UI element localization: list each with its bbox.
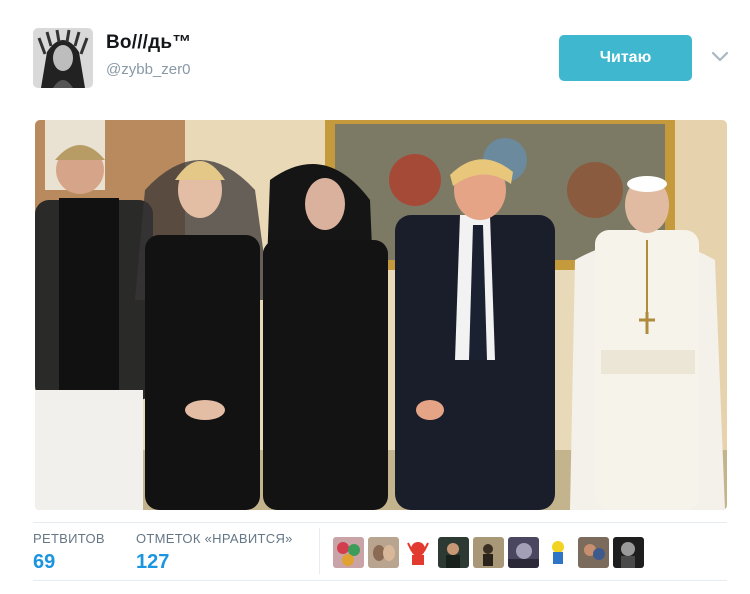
tweet-photo[interactable] (35, 120, 727, 510)
stats-separator (319, 528, 320, 574)
retweets-label[interactable]: РЕТВИТОВ (33, 531, 105, 546)
retweets-count[interactable]: 69 (33, 551, 55, 574)
user-handle[interactable]: @zybb_zer0 (106, 61, 190, 78)
liker-avatar[interactable] (368, 537, 399, 568)
likers-avatars (333, 537, 644, 568)
following-button[interactable]: Читаю (559, 35, 692, 81)
user-avatar[interactable] (33, 28, 93, 88)
liker-avatar[interactable] (508, 537, 539, 568)
likes-label[interactable]: ОТМЕТОК «НРАВИТСЯ» (136, 531, 293, 546)
liker-avatar[interactable] (543, 537, 574, 568)
stats-top-divider (33, 522, 727, 523)
liker-avatar[interactable] (403, 537, 434, 568)
stats-bottom-divider (33, 580, 727, 581)
likes-count[interactable]: 127 (136, 551, 169, 574)
display-name[interactable]: Во///дь™ (106, 32, 192, 54)
chevron-down-icon[interactable] (711, 50, 729, 62)
liker-avatar[interactable] (578, 537, 609, 568)
liker-avatar[interactable] (613, 537, 644, 568)
liker-avatar[interactable] (333, 537, 364, 568)
liker-avatar[interactable] (438, 537, 469, 568)
liker-avatar[interactable] (473, 537, 504, 568)
